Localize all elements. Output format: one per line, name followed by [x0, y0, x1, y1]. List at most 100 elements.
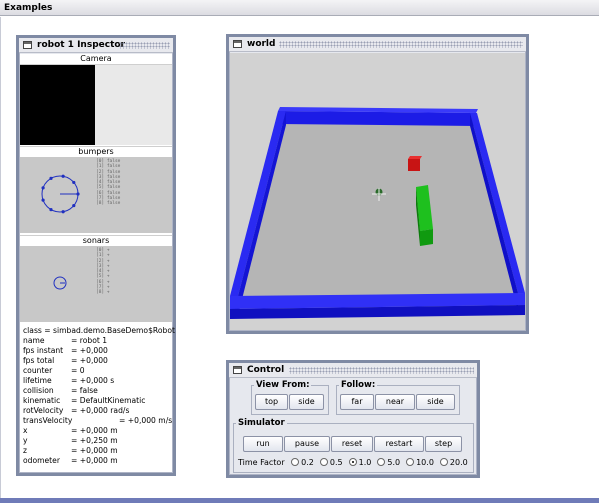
time-factor-option[interactable]: 10.0 — [406, 458, 434, 468]
control-titlebar[interactable]: Control — [229, 363, 477, 378]
property-value: = false — [71, 386, 98, 395]
camera-panel — [20, 65, 172, 145]
property-value: = DefaultKinematic — [71, 396, 146, 405]
property-value: = +0,000 m — [71, 426, 118, 435]
titlebar-grip — [119, 42, 170, 49]
reset-button[interactable]: reset — [331, 436, 373, 452]
property-key: fps total — [23, 356, 55, 365]
world-titlebar[interactable]: world — [229, 37, 526, 52]
time-factor-option[interactable]: 0.5 — [319, 458, 343, 468]
sonars-values: [0] + [1] + [2] + [3] + [4] + [5] + [6] + [7] +… — [96, 248, 110, 296]
property-value: = +0,000 s — [71, 376, 115, 385]
property-key: class = simbad.demo.BaseDemo$Robot — [23, 326, 175, 335]
inspector-window: robot 1 Inspector Camera bumpers [0] fal… — [16, 35, 176, 476]
property-key: lifetime — [23, 376, 52, 385]
bumpers-value: [5] false — [96, 185, 121, 191]
window-icon — [233, 40, 242, 48]
property-key: rotVelocity — [23, 406, 64, 415]
red-box — [408, 159, 420, 171]
time-factor-value: 0.2 — [301, 458, 314, 467]
property-key: transVelocity — [23, 416, 73, 425]
properties-list: class = simbad.demo.BaseDemo$Robot name = … — [20, 324, 175, 472]
bottom-border — [0, 498, 599, 503]
red-box-top — [408, 156, 422, 159]
property-row: transVelocity = +0,000 m/s — [23, 416, 173, 426]
property-value: = +0,000 rad/s — [71, 406, 130, 415]
time-factor-value: 1.0 — [358, 458, 372, 467]
property-row: odometer = +0,000 m — [23, 456, 171, 466]
radio-button-icon[interactable] — [291, 458, 300, 466]
property-row: collision = false — [23, 386, 171, 396]
radio-button-icon[interactable] — [439, 458, 448, 466]
sonars-value: [5] + — [96, 274, 110, 280]
property-row: lifetime = +0,000 s — [23, 376, 171, 386]
pause-button[interactable]: pause — [284, 436, 330, 452]
inspector-content: Camera bumpers [0] false [1] false [2] fal… — [20, 54, 175, 472]
step-button[interactable]: step — [425, 436, 462, 452]
bumpers-panel: [0] false [1] false [2] false [3] false [4] … — [20, 157, 172, 233]
bumpers-value: [1] false — [96, 164, 121, 170]
bumpers-value: [8] false — [96, 201, 121, 207]
time-factor-option[interactable]: 20.0 — [439, 458, 468, 468]
radio-button-icon[interactable] — [348, 458, 357, 466]
world-3d-view[interactable] — [230, 53, 525, 330]
world-scene — [230, 107, 525, 319]
bumper-dot — [72, 180, 76, 185]
property-row: counter = 0 — [23, 366, 171, 376]
sonars-panel: [0] + [1] + [2] + [3] + [4] + [5] + [6] + [7] +… — [20, 246, 172, 322]
time-factor-option[interactable]: 0.2 — [291, 458, 314, 468]
property-row: rotVelocity = +0,000 rad/s — [23, 406, 171, 416]
property-value: = robot 1 — [71, 336, 108, 345]
view-side-button[interactable]: side — [289, 394, 324, 410]
app-title-bar: Examples — [0, 0, 599, 16]
green-box-front — [420, 229, 433, 246]
radio-button-icon[interactable] — [406, 458, 415, 466]
time-factor-label: Time Factor — [238, 458, 285, 467]
bumper-dot — [72, 203, 76, 208]
window-icon — [233, 366, 242, 374]
window-icon — [23, 41, 32, 49]
property-key: collision — [23, 386, 54, 395]
property-key: odometer — [23, 456, 60, 465]
inspector-titlebar[interactable]: robot 1 Inspector — [19, 38, 173, 53]
property-key: fps instant — [23, 346, 64, 355]
bumper-dot — [61, 210, 65, 214]
app-title: Examples — [4, 3, 53, 13]
control-window: Control View From: top side Follow: far … — [226, 360, 480, 478]
property-row: fps total = +0,000 — [23, 356, 171, 366]
property-row: name = robot 1 — [23, 336, 171, 346]
follow-label: Follow: — [339, 380, 378, 390]
simulator-label: Simulator — [236, 418, 287, 428]
view-from-label: View From: — [254, 380, 312, 390]
restart-button[interactable]: restart — [374, 436, 424, 452]
property-key: name — [23, 336, 45, 345]
world-window: world — [226, 34, 529, 334]
property-value: = +0,000 — [71, 356, 108, 365]
titlebar-grip — [279, 41, 523, 48]
property-value: = +0,000 — [71, 346, 108, 355]
bumpers-values: [0] false [1] false [2] false [3] false [4] … — [96, 159, 120, 207]
property-key: x — [23, 426, 28, 435]
time-factor-option[interactable]: 5.0 — [377, 458, 400, 468]
property-row: z = +0,000 m — [23, 446, 171, 456]
property-row: fps instant = +0,000 — [23, 346, 171, 356]
property-value: = +0,000 m/s — [119, 416, 173, 425]
property-row: class = simbad.demo.BaseDemo$Robot — [23, 326, 175, 336]
camera-view — [20, 65, 95, 145]
sonars-value: [1] + — [96, 253, 110, 259]
control-title: Control — [247, 365, 285, 375]
radio-button-icon[interactable] — [377, 458, 386, 466]
radio-button-icon[interactable] — [319, 458, 328, 466]
follow-side-button[interactable]: side — [416, 394, 455, 410]
property-row: x = +0,000 m — [23, 426, 171, 436]
property-value: = +0,000 m — [71, 446, 118, 455]
run-button[interactable]: run — [243, 436, 283, 452]
follow-far-button[interactable]: far — [340, 394, 374, 410]
time-factor-option[interactable]: 1.0 — [348, 458, 372, 468]
titlebar-grip — [289, 367, 474, 374]
follow-near-button[interactable]: near — [375, 394, 415, 410]
view-top-button[interactable]: top — [255, 394, 288, 410]
property-value: = +0,250 m — [71, 436, 118, 445]
time-factor-value: 10.0 — [416, 458, 434, 467]
bumper-dot — [41, 198, 45, 202]
